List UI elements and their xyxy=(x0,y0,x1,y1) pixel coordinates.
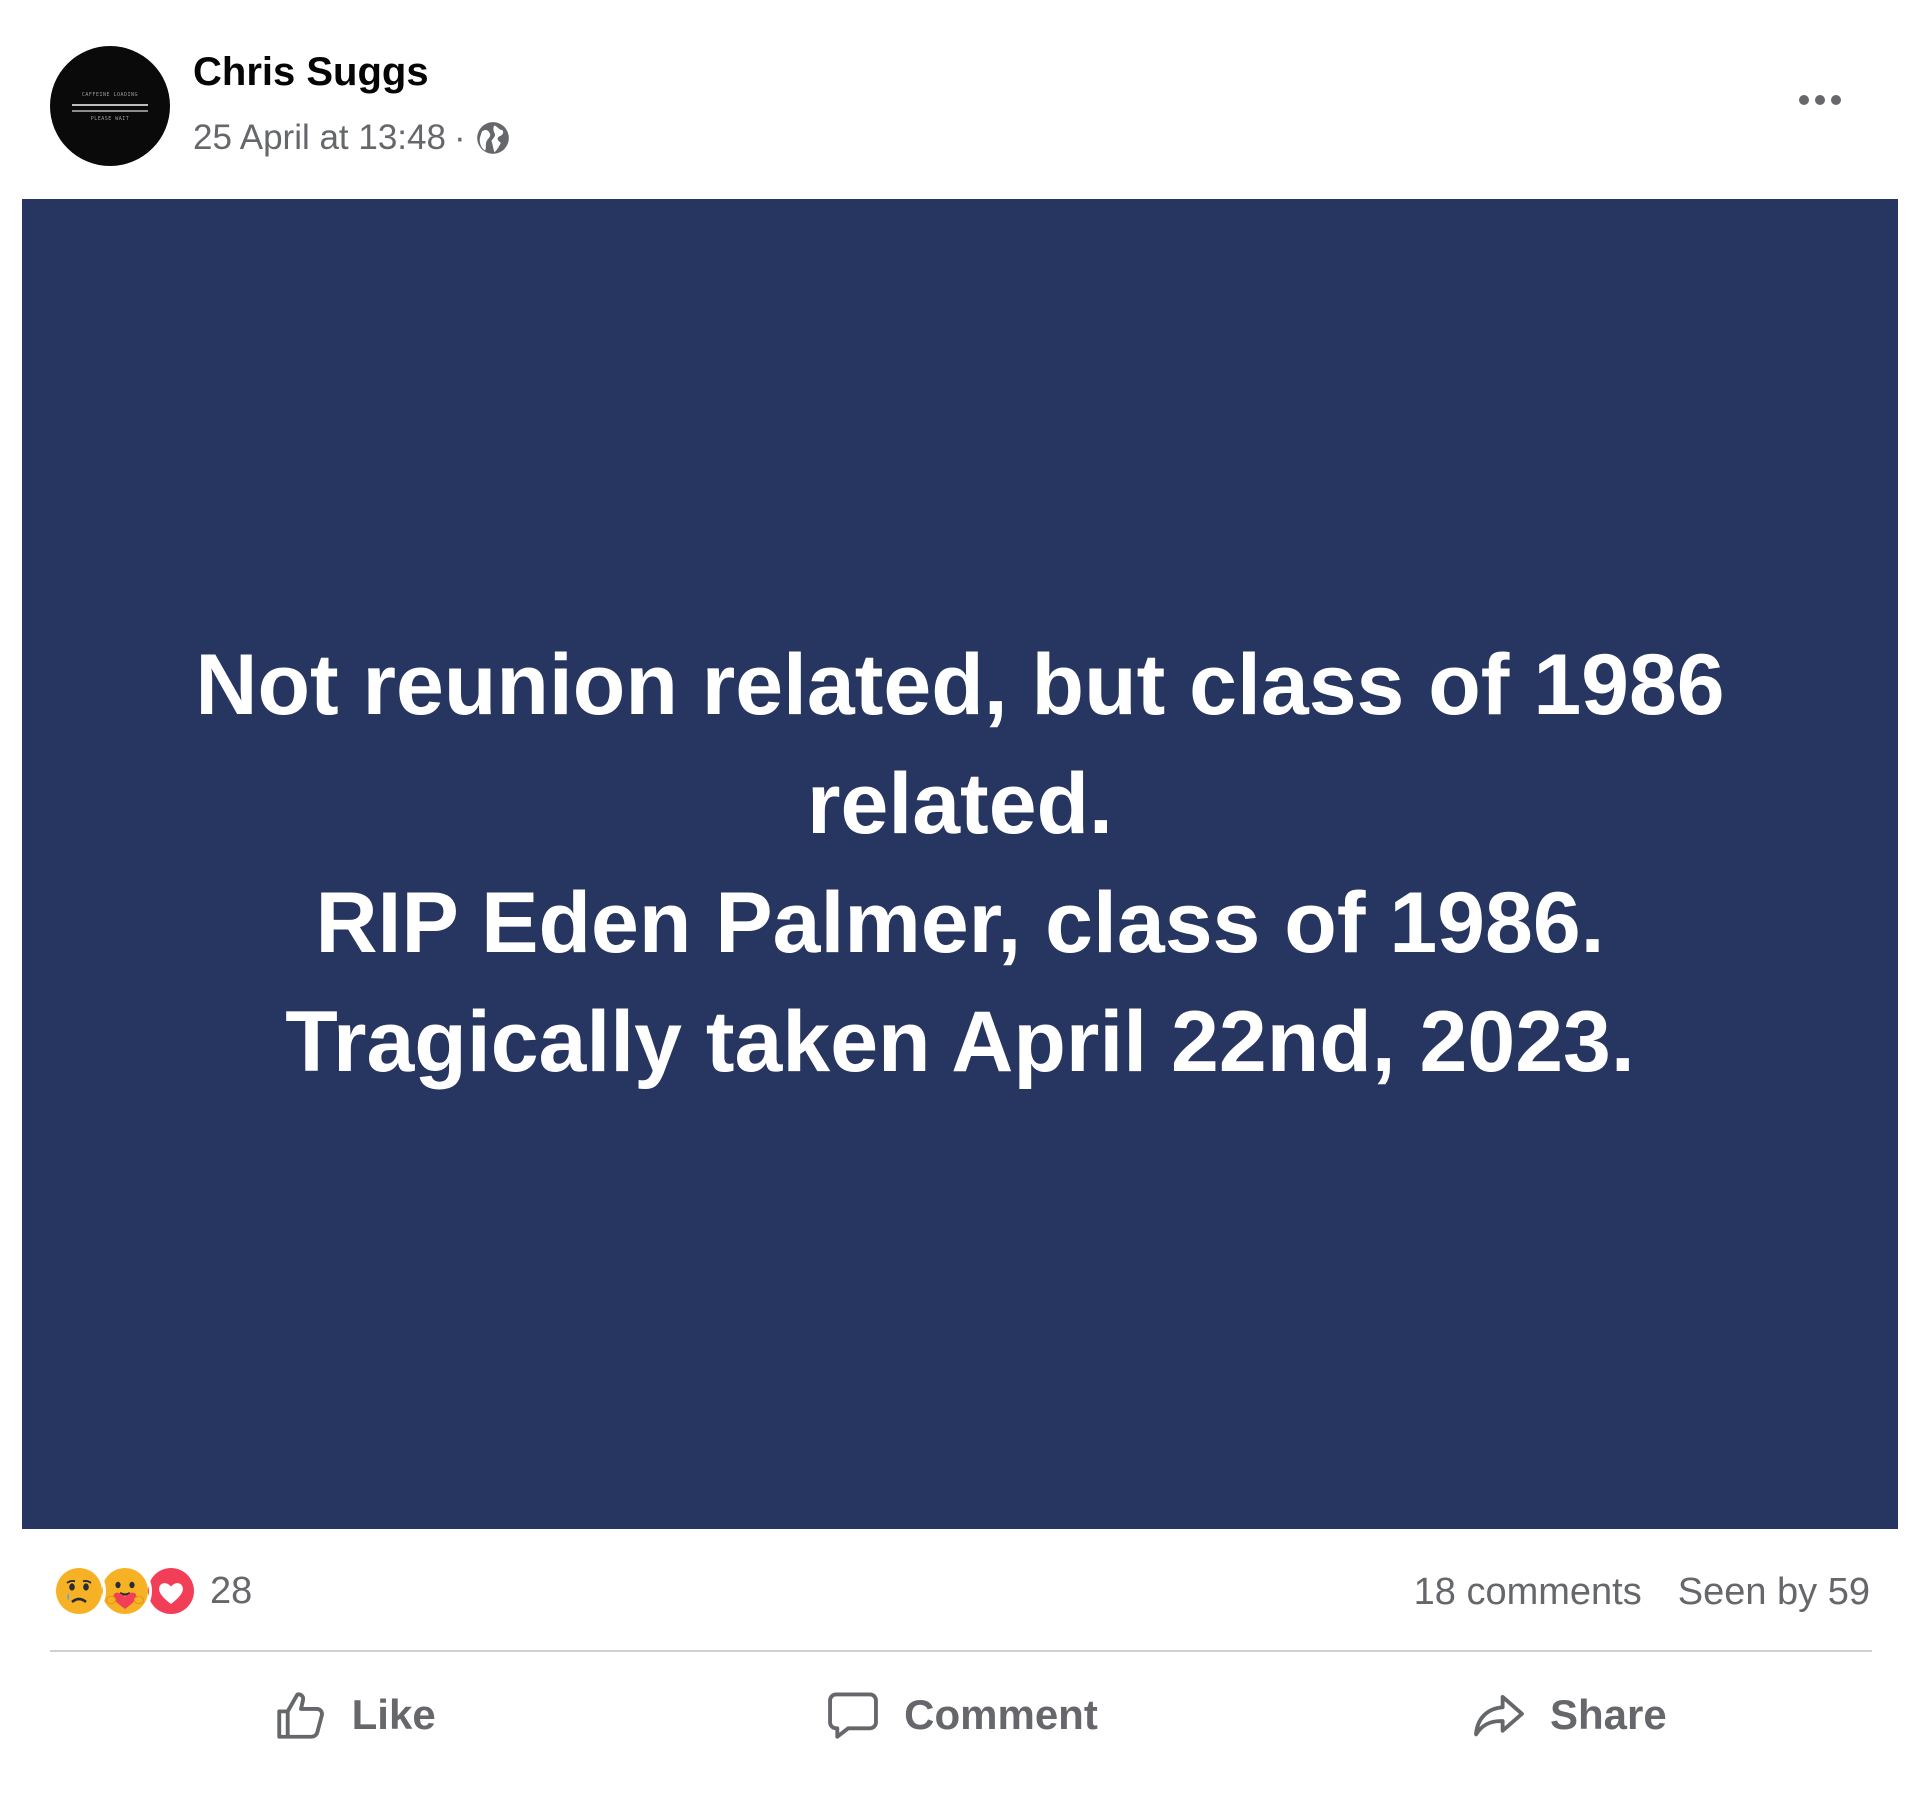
text-post-card[interactable]: Not reunion related, but class of 1986 r… xyxy=(22,199,1898,1529)
comment-bubble-icon xyxy=(828,1692,879,1739)
avatar-text-bottom: PLEASE WAIT xyxy=(90,116,130,122)
author-name[interactable]: Chris Suggs xyxy=(193,50,429,95)
more-dot-icon xyxy=(1815,95,1825,105)
meta-separator: · xyxy=(453,118,466,157)
avatar-loading-bar xyxy=(72,104,148,106)
share-arrow-icon xyxy=(1474,1694,1524,1737)
card-text-line: Tragically taken April 22nd, 2023. xyxy=(285,994,1635,1090)
post-stats: 18 comments Seen by 59 xyxy=(1414,1565,1870,1619)
card-text-line: Not reunion related, but class of 1986 xyxy=(195,637,1725,733)
sad-reaction-icon xyxy=(52,1564,106,1618)
card-text-line: RIP Eden Palmer, class of 1986. xyxy=(315,875,1605,971)
comment-label: Comment xyxy=(904,1691,1098,1738)
post-action-bar: Like Comment Share xyxy=(50,1660,1872,1770)
divider xyxy=(50,1650,1872,1652)
reaction-count[interactable]: 28 xyxy=(210,1570,252,1613)
love-reaction-icon xyxy=(144,1564,198,1618)
avatar-text-top: CAFFEINE LOADING xyxy=(81,92,139,98)
comments-count-link[interactable]: 18 comments xyxy=(1414,1571,1642,1614)
care-reaction-icon xyxy=(98,1564,152,1618)
share-button[interactable]: Share xyxy=(1265,1660,1872,1770)
thumbs-up-icon xyxy=(276,1692,324,1739)
post-timestamp[interactable]: 25 April at 13:48 xyxy=(193,118,446,158)
avatar[interactable]: CAFFEINE LOADING PLEASE WAIT xyxy=(50,46,170,166)
post-meta: 25 April at 13:48 · xyxy=(193,116,512,160)
globe-icon[interactable] xyxy=(474,119,512,157)
card-text-line: related. xyxy=(807,756,1113,852)
comment-button[interactable]: Comment xyxy=(657,1660,1264,1770)
facebook-post: CAFFEINE LOADING PLEASE WAIT Chris Suggs… xyxy=(0,0,1920,1800)
more-options-button[interactable] xyxy=(1790,78,1850,122)
share-label: Share xyxy=(1549,1691,1667,1738)
avatar-loading-bar-track xyxy=(72,110,148,112)
more-dot-icon xyxy=(1831,95,1841,105)
seen-by-count[interactable]: Seen by 59 xyxy=(1678,1571,1870,1614)
like-label: Like xyxy=(351,1691,436,1738)
reaction-summary[interactable]: 28 xyxy=(52,1562,252,1620)
like-button[interactable]: Like xyxy=(50,1660,657,1770)
more-dot-icon xyxy=(1799,95,1809,105)
